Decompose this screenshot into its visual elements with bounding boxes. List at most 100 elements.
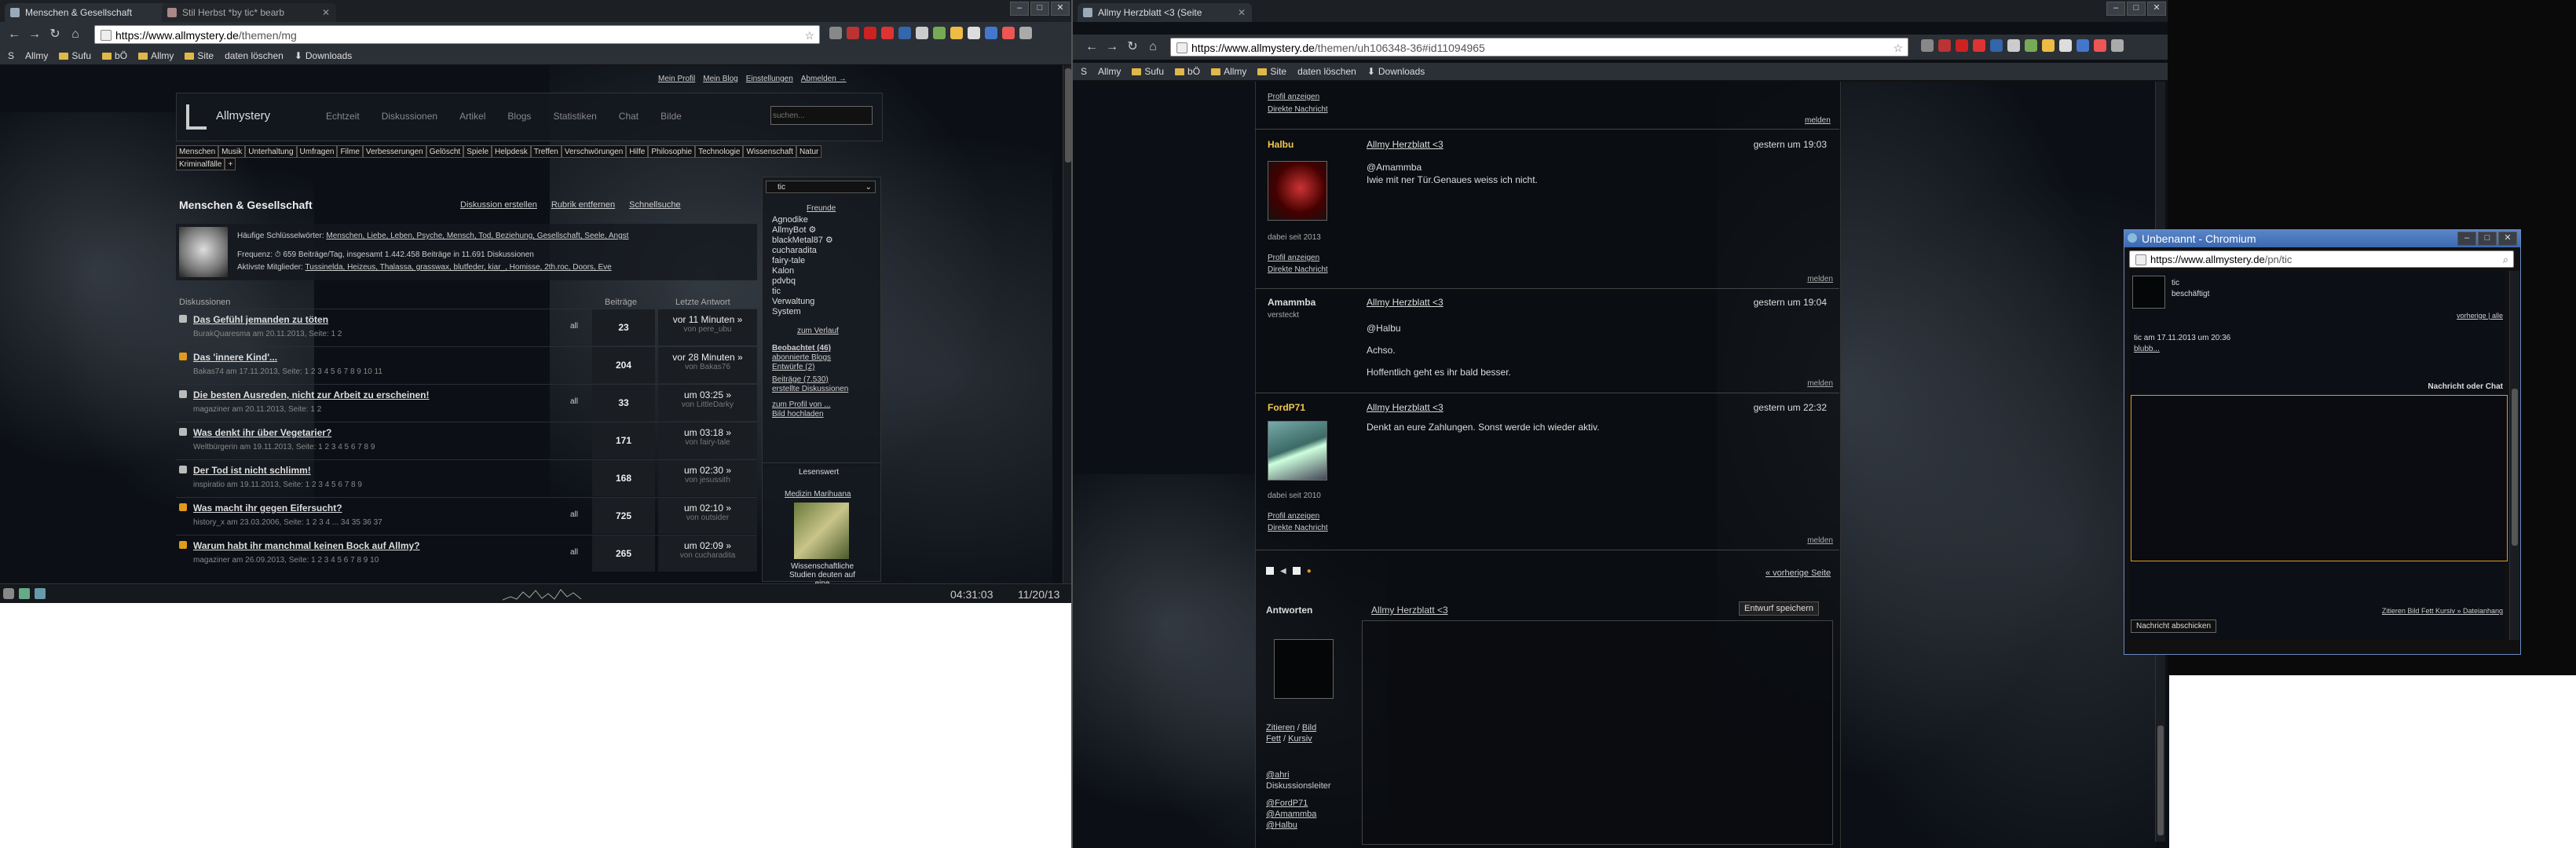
- mention-link[interactable]: @ahri: [1266, 769, 1331, 780]
- nav-bilder[interactable]: Bilde: [660, 111, 682, 122]
- active-members-links[interactable]: Tussinelda, Heizeus, Thalassa, grasswax,…: [306, 263, 612, 272]
- avatar[interactable]: [1268, 161, 1327, 221]
- category-item[interactable]: Treffen: [530, 145, 562, 158]
- draft-button[interactable]: Entwurf speichern: [1739, 601, 1820, 616]
- upload-image-link[interactable]: Bild hochladen: [772, 410, 830, 419]
- category-item[interactable]: Natur: [796, 145, 822, 158]
- remove-rubric-link[interactable]: Rubrik entfernen: [551, 200, 615, 210]
- nav-artikel[interactable]: Artikel: [459, 111, 485, 122]
- extension-icon[interactable]: [950, 27, 963, 39]
- thread-last-reply[interactable]: um 02:30 » von jesussith: [658, 460, 757, 496]
- category-item[interactable]: Filme: [337, 145, 363, 158]
- watched-link[interactable]: Beobachtet (46): [772, 344, 831, 353]
- home-icon[interactable]: ⌂: [1145, 39, 1161, 55]
- volume-icon[interactable]: ◀: [1280, 567, 1286, 576]
- prev-page-link[interactable]: « vorherige Seite: [1766, 568, 1831, 578]
- menu-icon[interactable]: [2111, 39, 2124, 52]
- extension-icon[interactable]: [1002, 27, 1015, 39]
- profile-link[interactable]: zum Profil von ...: [772, 400, 830, 410]
- extension-icon[interactable]: [2007, 39, 2020, 52]
- post-author[interactable]: FordP71: [1268, 402, 1305, 413]
- thread-row[interactable]: Was denkt ihr über Vegetarier? Weltbürger…: [176, 422, 757, 460]
- bookmark-folder-site[interactable]: Site: [185, 50, 214, 61]
- category-item[interactable]: Menschen: [176, 145, 219, 158]
- reply-textarea[interactable]: [1362, 620, 1833, 845]
- thread-row[interactable]: Der Tod ist nicht schlimm! inspiratio am …: [176, 459, 757, 498]
- direct-message-link[interactable]: Direkte Nachricht: [1268, 522, 1328, 534]
- send-message-button[interactable]: Nachricht abschicken: [2131, 620, 2217, 633]
- friend-item[interactable]: Kalon: [772, 266, 833, 276]
- thread-row[interactable]: Die besten Ausreden, nicht zur Arbeit zu…: [176, 384, 757, 422]
- thread-last-reply[interactable]: um 03:18 » von fairy-tale: [658, 422, 757, 459]
- thread-row[interactable]: Das Gefühl jemanden zu töten BurakQuaresm…: [176, 309, 757, 347]
- star-icon[interactable]: ☆: [1893, 38, 1903, 56]
- avatar[interactable]: [2132, 276, 2165, 309]
- bookmark-folder-sufu[interactable]: Sufu: [1132, 66, 1164, 77]
- nav-echtzeit[interactable]: Echtzeit: [326, 111, 360, 122]
- thread-title[interactable]: Was macht ihr gegen Eifersucht?: [193, 503, 342, 514]
- mention[interactable]: @Amammba: [1367, 161, 1538, 174]
- extension-icon[interactable]: [2025, 39, 2037, 52]
- thread-all-link[interactable]: all: [570, 397, 578, 406]
- extension-icon[interactable]: [864, 27, 876, 39]
- bookmark-folder-allmy[interactable]: Allmy: [138, 50, 174, 61]
- extension-icon[interactable]: [968, 27, 980, 39]
- category-item[interactable]: Verschwörungen: [561, 145, 627, 158]
- home-icon[interactable]: ⌂: [68, 27, 83, 42]
- category-item[interactable]: Philosophie: [648, 145, 696, 158]
- bold-link[interactable]: Fett: [1266, 734, 1281, 744]
- extension-icon[interactable]: [1921, 39, 1934, 52]
- thread-last-reply[interactable]: um 02:10 » von outsider: [658, 498, 757, 534]
- bookmark-folder-sufu[interactable]: Sufu: [59, 50, 91, 61]
- extension-icon[interactable]: [2094, 39, 2106, 52]
- category-item[interactable]: Unterhaltung: [245, 145, 297, 158]
- thread-row[interactable]: Warum habt ihr manchmal keinen Bock auf …: [176, 535, 757, 573]
- post-author[interactable]: Amammba: [1268, 297, 1315, 308]
- category-item[interactable]: Kriminalfälle: [176, 158, 225, 170]
- category-add[interactable]: +: [225, 158, 236, 170]
- message-body[interactable]: blubb...: [2134, 345, 2160, 353]
- menu-icon[interactable]: [1019, 27, 1032, 39]
- close-icon[interactable]: ✕: [1238, 3, 1246, 22]
- lesenswert-link[interactable]: Medizin Marihuana: [785, 490, 851, 499]
- bookmark-downloads[interactable]: ⬇ Downloads: [295, 50, 352, 61]
- category-item[interactable]: Gelöscht: [426, 145, 464, 158]
- thread-row[interactable]: Das 'innere Kind'... Bakas74 am 17.11.201…: [176, 346, 757, 385]
- bookmark-allmy[interactable]: Allmy: [25, 50, 48, 61]
- popup-scrollbar[interactable]: [2509, 271, 2519, 640]
- close-window-icon[interactable]: ✕: [2498, 232, 2517, 246]
- pn-user[interactable]: tic: [2172, 279, 2179, 287]
- friend-item[interactable]: tic: [772, 287, 833, 297]
- bookmark-daten-loeschen[interactable]: daten löschen: [1297, 66, 1356, 77]
- bookmark-allmy[interactable]: Allmy: [1098, 66, 1121, 77]
- profile-link[interactable]: Profil anzeigen: [1268, 510, 1328, 522]
- thread-title[interactable]: Die besten Ausreden, nicht zur Arbeit zu…: [193, 389, 430, 400]
- bookmark-folder-site[interactable]: Site: [1257, 66, 1286, 77]
- subscribed-blogs-link[interactable]: abonnierte Blogs: [772, 353, 831, 363]
- nav-diskussionen[interactable]: Diskussionen: [382, 111, 437, 122]
- thread-last-reply[interactable]: um 02:09 » von cucharadita: [658, 535, 757, 572]
- address-bar[interactable]: https://www.allmystery.de/themen/uh10634…: [1170, 38, 1908, 57]
- post-title[interactable]: Allmy Herzblatt <3: [1367, 139, 1444, 150]
- category-item[interactable]: Verbesserungen: [362, 145, 426, 158]
- direct-message-link[interactable]: Direkte Nachricht: [1268, 104, 1328, 116]
- post-title[interactable]: Allmy Herzblatt <3: [1367, 402, 1444, 413]
- friend-item[interactable]: blackMetal87 ⚙: [772, 236, 833, 246]
- extension-icon[interactable]: [881, 27, 894, 39]
- tab-herzblatt[interactable]: Allmy Herzblatt <3 (Seite ✕: [1078, 3, 1252, 22]
- extension-icon[interactable]: [847, 27, 859, 39]
- minimize-icon[interactable]: –: [2106, 2, 2125, 16]
- drafts-link[interactable]: Entwürfe (2): [772, 363, 831, 372]
- pn-nav[interactable]: vorherige | alle: [2457, 312, 2503, 320]
- maximize-icon[interactable]: □: [1030, 2, 1049, 16]
- bookmark-daten-loeschen[interactable]: daten löschen: [225, 50, 284, 61]
- friend-item[interactable]: pdvbq: [772, 276, 833, 287]
- minimize-icon[interactable]: –: [1010, 2, 1029, 16]
- extension-icon[interactable]: [1973, 39, 1985, 52]
- close-window-icon[interactable]: ✕: [1051, 2, 1070, 16]
- thread-title[interactable]: Das Gefühl jemanden zu töten: [193, 314, 328, 325]
- reload-icon[interactable]: ↻: [1125, 39, 1140, 55]
- thread-last-reply[interactable]: um 03:25 » von LittleDarky: [658, 385, 757, 421]
- search-input[interactable]: [770, 106, 873, 125]
- mention[interactable]: @Halbu: [1367, 317, 1511, 339]
